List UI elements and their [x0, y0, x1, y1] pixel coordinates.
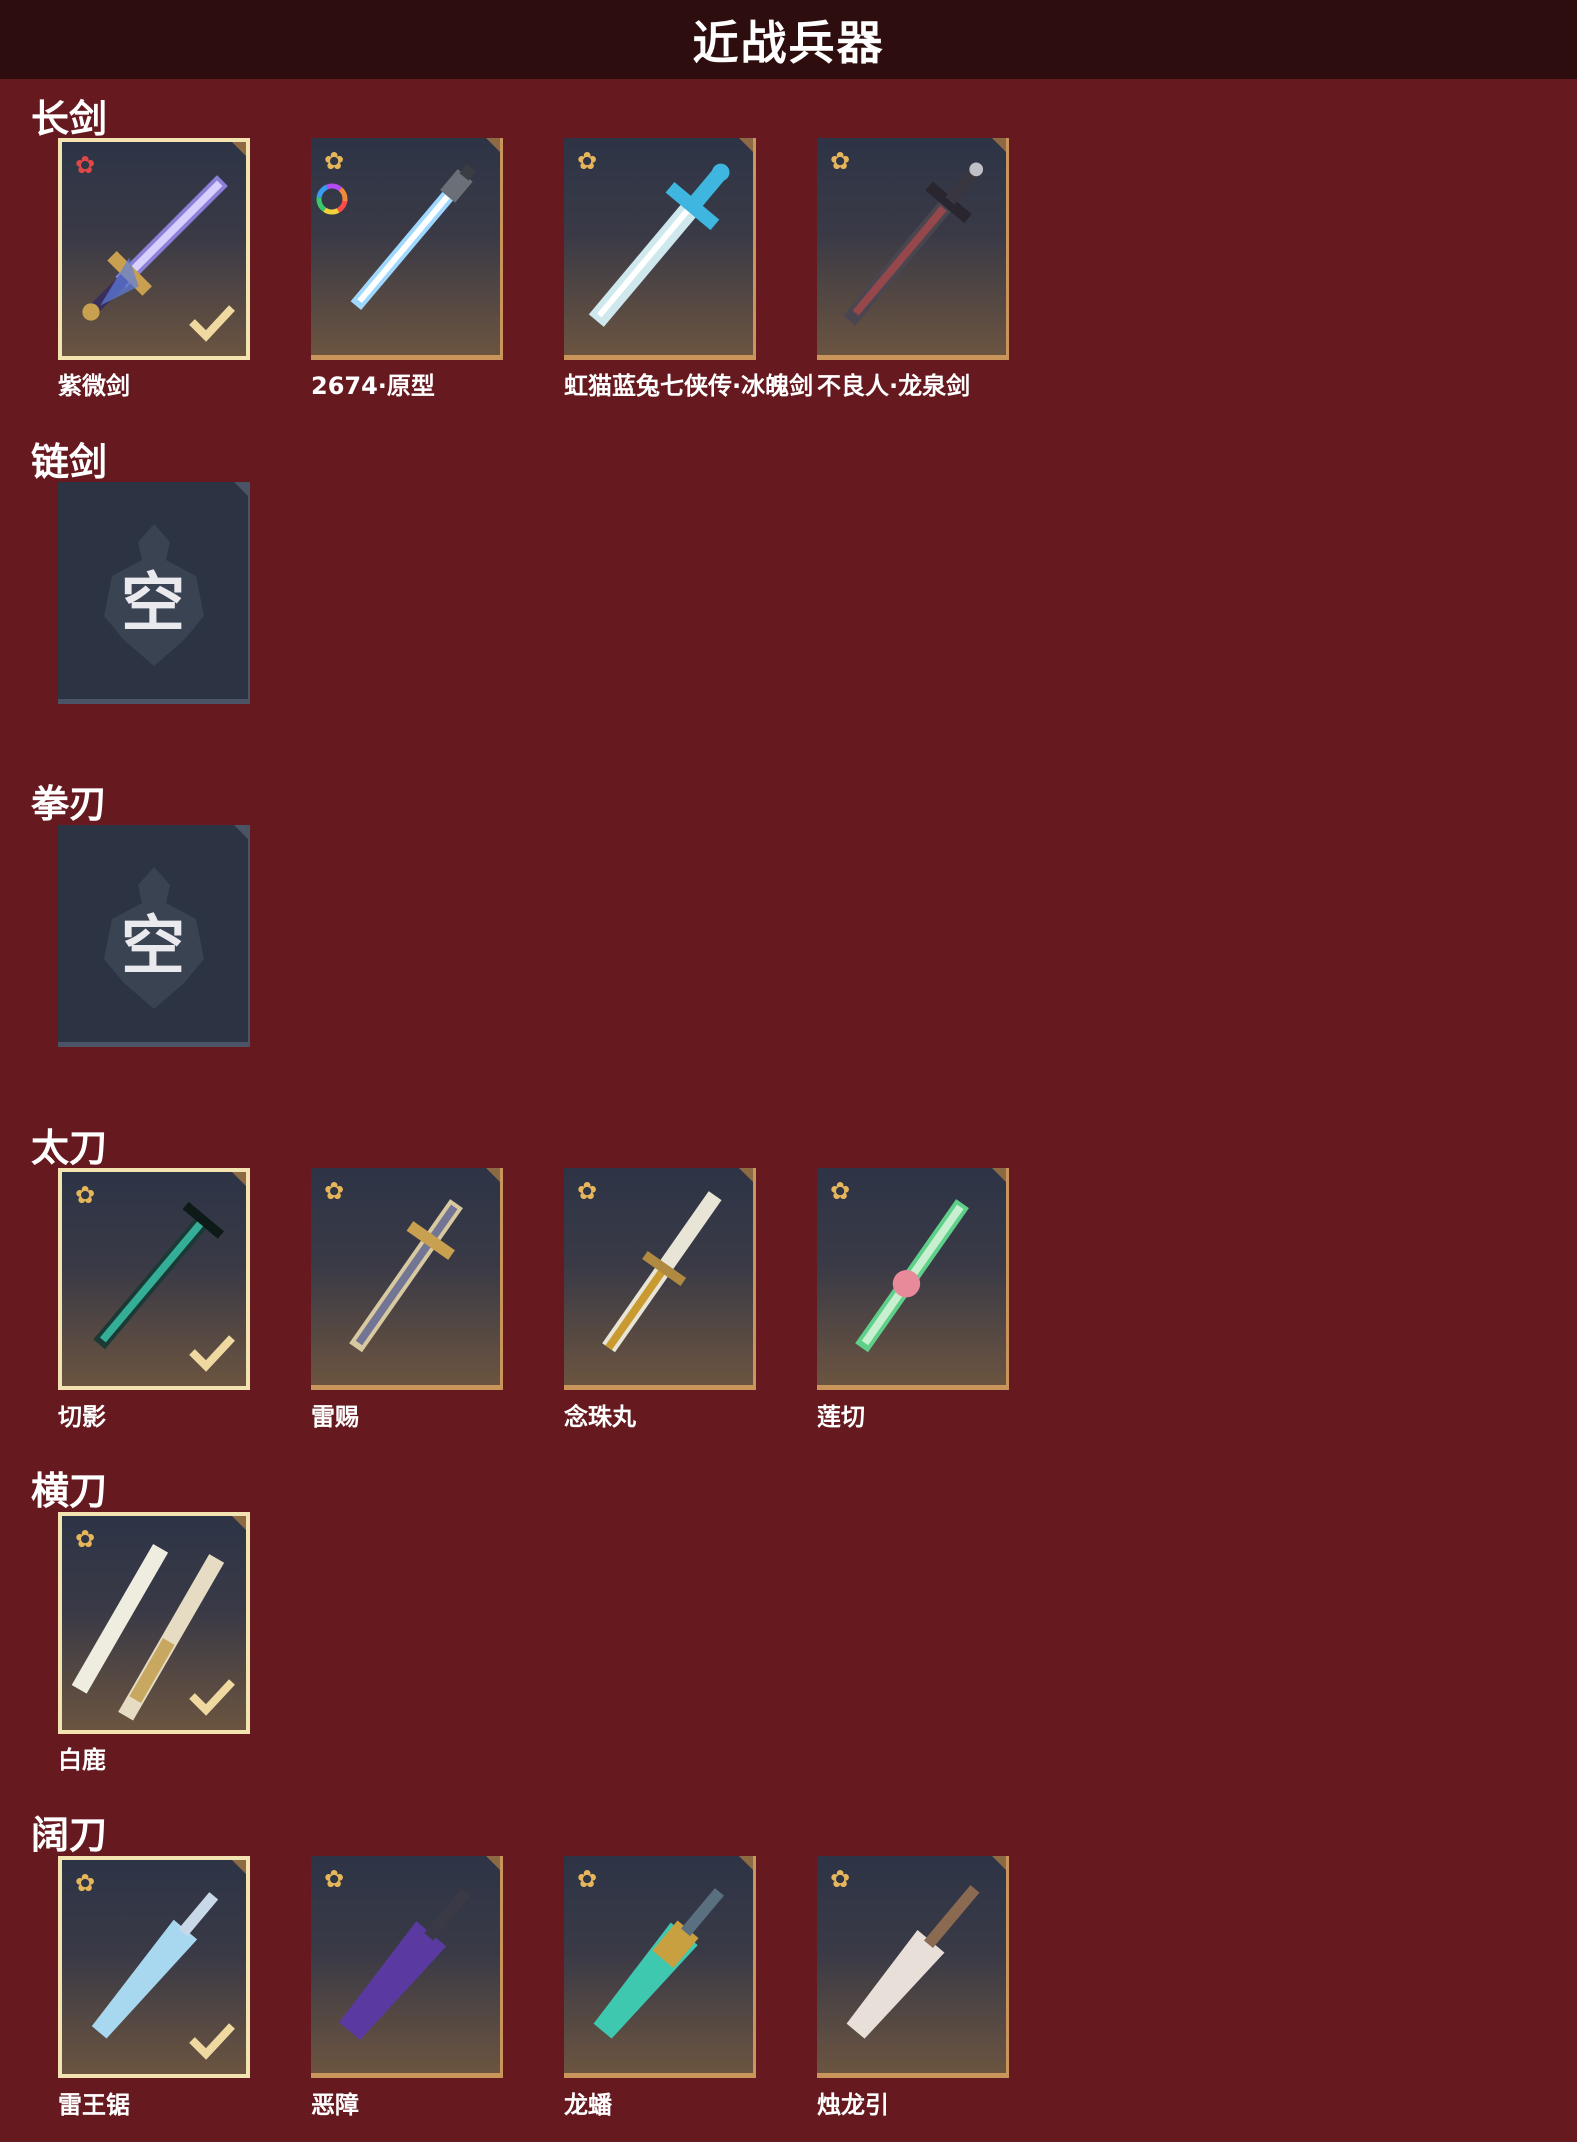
corner-notch — [234, 482, 248, 496]
weapon-name: 莲切 — [817, 1403, 865, 1431]
gold-star-icon: ✿ — [323, 1177, 345, 1205]
gold-star-icon: ✿ — [323, 147, 345, 175]
gold-star-icon: ✿ — [576, 1865, 598, 1893]
checkmark-icon — [189, 1335, 235, 1372]
title-bar: 近战兵器 — [0, 0, 1577, 79]
color-wheel-icon — [316, 183, 348, 215]
weapon-card-leiwangju[interactable]: ✿ — [58, 1856, 250, 2078]
gold-star-icon: ✿ — [576, 1177, 598, 1205]
weapon-name: 念珠丸 — [564, 1403, 636, 1431]
page-title: 近战兵器 — [692, 15, 885, 70]
weapon-name: 虹猫蓝兔七侠传·冰魄剑 — [564, 372, 814, 400]
section-title-kuodao: 阔刀 — [31, 1813, 108, 1857]
weapon-card-longquan[interactable]: ✿ — [817, 138, 1009, 360]
section-title-longsword: 长剑 — [31, 97, 108, 141]
empty-slot-label: 空 — [121, 910, 185, 984]
gold-star-icon: ✿ — [74, 1525, 96, 1553]
weapon-name: 烛龙引 — [817, 2091, 889, 2119]
checkmark-icon — [189, 2023, 235, 2060]
weapon-name: 雷王锯 — [58, 2091, 130, 2119]
section-title-fistblade: 拳刃 — [31, 782, 108, 826]
section-title-chainsword: 链剑 — [31, 440, 108, 484]
weapon-card-longpan[interactable]: ✿ — [564, 1856, 756, 2078]
weapon-card-leici[interactable]: ✿ — [311, 1168, 503, 1390]
weapon-name: 恶障 — [311, 2091, 359, 2119]
checkmark-icon — [189, 305, 235, 342]
checkmark-icon — [189, 1679, 235, 1716]
weapon-card-2674[interactable]: ✿ — [311, 138, 503, 360]
weapon-card-ezhang[interactable]: ✿ — [311, 1856, 503, 2078]
weapon-card-lianqie[interactable]: ✿ — [817, 1168, 1009, 1390]
gold-star-icon: ✿ — [74, 1869, 96, 1897]
weapon-card-zhulongyin[interactable]: ✿ — [817, 1856, 1009, 2078]
gold-star-icon: ✿ — [829, 147, 851, 175]
gold-star-icon: ✿ — [829, 1865, 851, 1893]
weapon-card-bailu[interactable]: ✿ — [58, 1512, 250, 1734]
empty-weapon-slot[interactable]: 空 — [58, 482, 250, 704]
gold-star-icon: ✿ — [323, 1865, 345, 1893]
corner-notch — [234, 825, 248, 839]
weapon-card-qieying[interactable]: ✿ — [58, 1168, 250, 1390]
red-star-icon: ✿ — [74, 151, 96, 179]
weapon-card-bingpo[interactable]: ✿ — [564, 138, 756, 360]
weapon-name: 切影 — [58, 1403, 106, 1431]
gold-star-icon: ✿ — [829, 1177, 851, 1205]
weapon-name: 2674·原型 — [311, 372, 435, 400]
weapon-name: 龙蟠 — [564, 2091, 612, 2119]
section-title-hengdao: 横刀 — [31, 1469, 108, 1513]
gold-star-icon: ✿ — [576, 147, 598, 175]
gold-star-icon: ✿ — [74, 1181, 96, 1209]
weapon-name: 雷赐 — [311, 1403, 359, 1431]
weapon-name: 白鹿 — [58, 1746, 106, 1774]
weapon-name: 不良人·龙泉剑 — [817, 372, 971, 400]
section-title-tachi: 太刀 — [31, 1126, 108, 1170]
empty-slot-label: 空 — [121, 567, 185, 641]
weapon-card-ziwei[interactable]: ✿ — [58, 138, 250, 360]
weapon-name: 紫微剑 — [58, 372, 130, 400]
empty-weapon-slot[interactable]: 空 — [58, 825, 250, 1047]
weapon-card-nianzhuwan[interactable]: ✿ — [564, 1168, 756, 1390]
